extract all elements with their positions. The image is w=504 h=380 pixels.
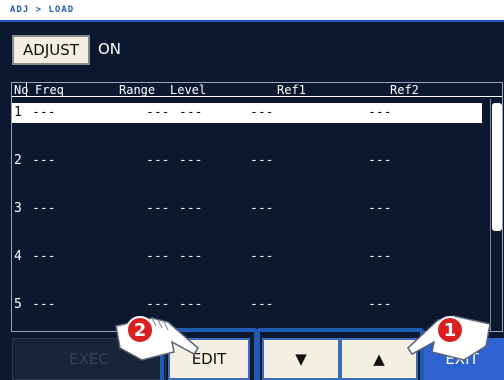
row-level: --- [179, 201, 203, 216]
header-divider [0, 20, 504, 22]
row-ref2: --- [368, 105, 392, 120]
callout-badge-2: 2 [126, 316, 154, 344]
header-ref1: Ref1 [277, 83, 306, 97]
row-ref2: --- [368, 201, 392, 216]
row-ref1: --- [250, 249, 274, 264]
header-divider-no [26, 83, 27, 97]
row-level: --- [179, 153, 203, 168]
row-freq: --- [32, 249, 56, 264]
row-freq: --- [32, 297, 56, 312]
header-level: Level [170, 83, 207, 97]
row-level: --- [179, 249, 203, 264]
row-ref1: --- [250, 153, 274, 168]
table-header: No Freq Range Level Ref1 Ref2 [12, 83, 502, 97]
pointing-hand-icon [115, 317, 199, 361]
breadcrumb: ADJ > LOAD [0, 0, 504, 20]
row-no: 2 [14, 153, 22, 168]
row-range: --- [146, 153, 170, 168]
row-no: 4 [14, 249, 22, 264]
row-no: 5 [14, 297, 22, 312]
row-ref1: --- [250, 105, 274, 120]
callout-badge-1: 1 [436, 316, 464, 344]
row-no: 3 [14, 201, 22, 216]
table-row-4[interactable]: 4 --- --- --- --- --- [12, 247, 482, 267]
header-ref2: Ref2 [390, 83, 419, 97]
header-range: Range [119, 83, 156, 97]
adjust-button[interactable]: ADJUST [12, 35, 90, 65]
row-freq: --- [32, 201, 56, 216]
load-adjust-screen: ADJ > LOAD ADJUST ON No Freq Range Level… [0, 0, 504, 380]
row-ref2: --- [368, 297, 392, 312]
adjust-value: ON [98, 40, 122, 58]
row-range: --- [146, 105, 170, 120]
table-row-1[interactable]: 1 --- --- --- --- --- [12, 103, 482, 123]
row-freq: --- [32, 105, 56, 120]
row-no: 1 [14, 105, 22, 120]
row-range: --- [146, 249, 170, 264]
row-level: --- [179, 105, 203, 120]
row-ref2: --- [368, 249, 392, 264]
row-ref1: --- [250, 297, 274, 312]
row-ref2: --- [368, 153, 392, 168]
load-table: No Freq Range Level Ref1 Ref2 1 --- --- … [11, 82, 503, 332]
header-freq: Freq [35, 83, 64, 97]
table-row-3[interactable]: 3 --- --- --- --- --- [12, 199, 482, 219]
scrollbar-thumb[interactable] [492, 103, 502, 231]
row-ref1: --- [250, 201, 274, 216]
row-range: --- [146, 201, 170, 216]
row-freq: --- [32, 153, 56, 168]
table-row-2[interactable]: 2 --- --- --- --- --- [12, 151, 482, 171]
